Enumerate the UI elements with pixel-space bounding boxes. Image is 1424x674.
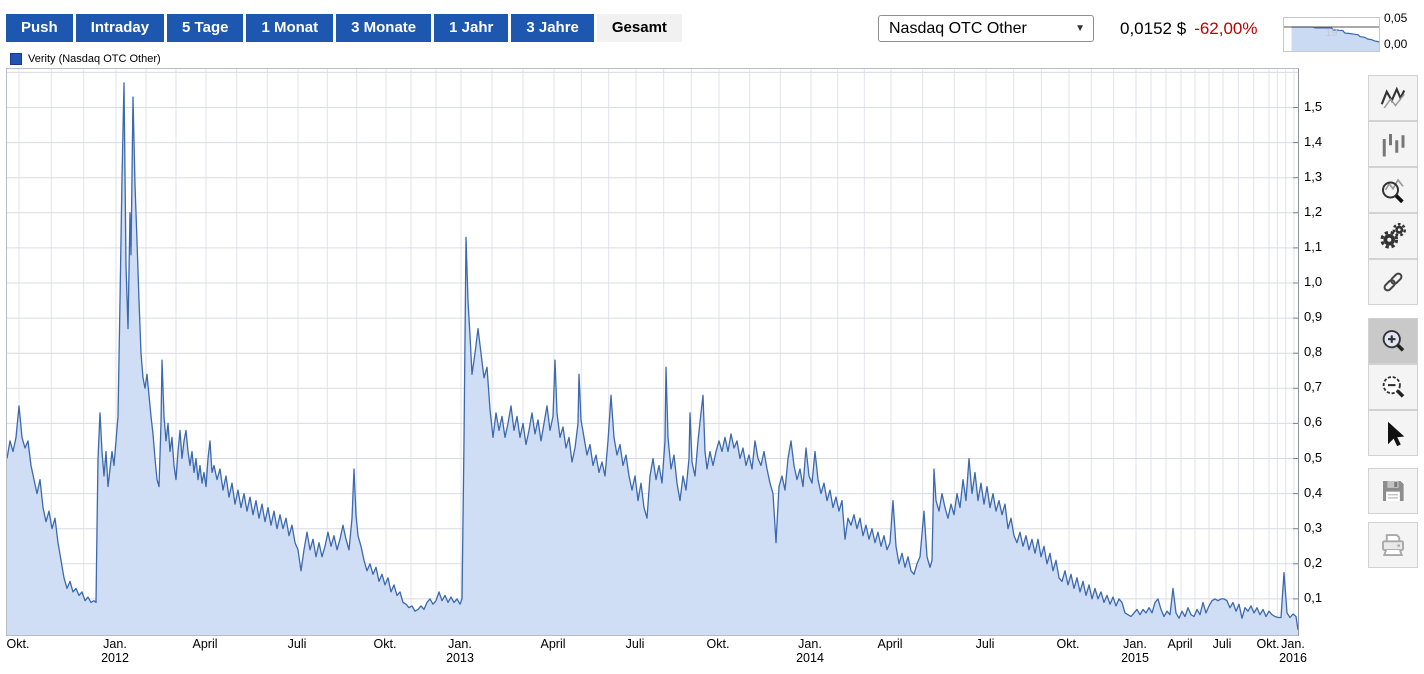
y-tick-label: 0,5 xyxy=(1304,450,1322,465)
x-tick-label: Okt. xyxy=(707,637,730,651)
x-tick-label: Jan. xyxy=(1281,637,1305,651)
y-tick-label: 1,1 xyxy=(1304,239,1322,254)
range-button-gesamt[interactable]: Gesamt xyxy=(597,14,682,42)
y-tick-label: 0,9 xyxy=(1304,309,1322,324)
main-chart[interactable]: 19.09.11 – 19.02.16 xyxy=(6,68,1299,636)
zoom-out-icon[interactable] xyxy=(1368,364,1418,410)
cursor-icon[interactable] xyxy=(1368,410,1418,456)
x-tick-label: Juli xyxy=(976,637,995,651)
x-tick-label: April xyxy=(192,637,217,651)
quote: 0,0152 $ -62,00% xyxy=(1120,19,1258,39)
y-tick-label: 0,4 xyxy=(1304,485,1322,500)
range-button-1-jahr[interactable]: 1 Jahr xyxy=(434,14,508,42)
sparkline-watermark: 19 xyxy=(1284,27,1379,39)
x-tick-label: April xyxy=(877,637,902,651)
range-button-3-monate[interactable]: 3 Monate xyxy=(336,14,431,42)
chevron-down-icon: ▼ xyxy=(1075,16,1085,41)
x-tick-label: Okt. xyxy=(1257,637,1280,651)
bar-chart-icon[interactable] xyxy=(1368,121,1418,167)
y-tick-label: 0,8 xyxy=(1304,344,1322,359)
x-tick-label: April xyxy=(1167,637,1192,651)
x-tick-label: Jan. xyxy=(1123,637,1147,651)
y-tick-label: 0,1 xyxy=(1304,590,1322,605)
x-axis-labels: Okt.Jan.2012AprilJuliOkt.Jan.2013AprilJu… xyxy=(6,637,1346,669)
y-tick-label: 1,3 xyxy=(1304,169,1322,184)
y-tick-label: 0,6 xyxy=(1304,414,1322,429)
x-tick-year-label: 2014 xyxy=(796,651,824,665)
main-chart-canvas[interactable] xyxy=(7,69,1298,635)
intraday-sparkline: 19 xyxy=(1283,17,1380,52)
sparkline-high-label: 0,05 xyxy=(1384,11,1407,25)
x-tick-year-label: 2016 xyxy=(1279,651,1307,665)
x-tick-label: Okt. xyxy=(1057,637,1080,651)
y-tick-label: 0,3 xyxy=(1304,520,1322,535)
sparkline-low-label: 0,00 xyxy=(1384,37,1407,51)
x-tick-year-label: 2015 xyxy=(1121,651,1149,665)
x-tick-label: Jan. xyxy=(103,637,127,651)
y-tick-label: 0,7 xyxy=(1304,379,1322,394)
y-tick-label: 1,5 xyxy=(1304,99,1322,114)
legend-label: Verity (Nasdaq OTC Other) xyxy=(28,53,161,65)
legend-swatch xyxy=(10,53,22,65)
chart-application: PushIntraday5 Tage1 Monat3 Monate1 Jahr3… xyxy=(0,0,1424,674)
zoom-in-icon[interactable] xyxy=(1368,318,1418,364)
x-tick-label: Juli xyxy=(288,637,307,651)
range-button-intraday[interactable]: Intraday xyxy=(76,14,164,42)
y-tick-label: 1,2 xyxy=(1304,204,1322,219)
x-tick-label: Juli xyxy=(1213,637,1232,651)
x-tick-label: Jan. xyxy=(448,637,472,651)
save-icon[interactable] xyxy=(1368,468,1418,514)
x-tick-label: Okt. xyxy=(374,637,397,651)
x-tick-year-label: 2013 xyxy=(446,651,474,665)
chart-analysis-icon[interactable] xyxy=(1368,167,1418,213)
legend: Verity (Nasdaq OTC Other) xyxy=(10,53,161,65)
x-tick-label: Jan. xyxy=(798,637,822,651)
range-toolbar: PushIntraday5 Tage1 Monat3 Monate1 Jahr3… xyxy=(6,14,682,42)
x-tick-label: Okt. xyxy=(7,637,30,651)
range-button-3-jahre[interactable]: 3 Jahre xyxy=(511,14,594,42)
range-button-1-monat[interactable]: 1 Monat xyxy=(246,14,333,42)
x-tick-label: Juli xyxy=(626,637,645,651)
quote-change: -62,00% xyxy=(1194,19,1257,39)
print-icon[interactable] xyxy=(1368,522,1418,568)
exchange-dropdown[interactable]: Nasdaq OTC Other ▼ xyxy=(878,15,1094,42)
y-tick-label: 1,4 xyxy=(1304,134,1322,149)
settings-gears-icon[interactable] xyxy=(1368,213,1418,259)
exchange-dropdown-value: Nasdaq OTC Other xyxy=(889,16,1027,41)
range-button-5-tage[interactable]: 5 Tage xyxy=(167,14,243,42)
line-chart-icon[interactable] xyxy=(1368,75,1418,121)
x-tick-year-label: 2012 xyxy=(101,651,129,665)
link-icon[interactable] xyxy=(1368,259,1418,305)
range-button-push[interactable]: Push xyxy=(6,14,73,42)
y-tick-label: 0,2 xyxy=(1304,555,1322,570)
y-tick-label: 1,0 xyxy=(1304,274,1322,289)
x-tick-label: April xyxy=(540,637,565,651)
quote-price: 0,0152 $ xyxy=(1120,19,1186,39)
